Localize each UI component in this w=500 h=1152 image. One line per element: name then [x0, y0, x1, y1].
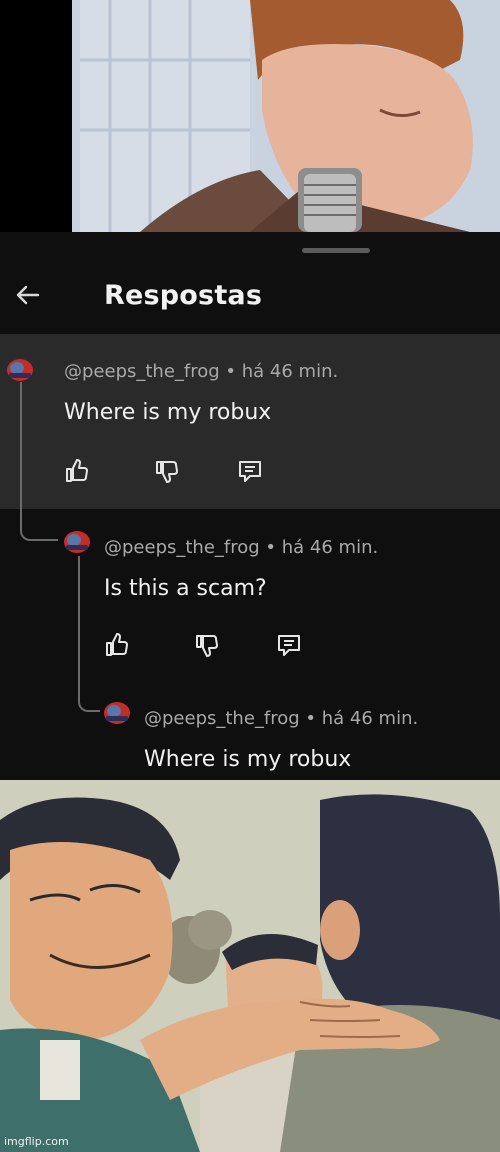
comment-text: Where is my robux: [64, 400, 272, 425]
cartoon-image-bottom: imgflip.com: [0, 780, 500, 1152]
thumbs-up-icon[interactable]: [104, 632, 130, 658]
avatar[interactable]: [62, 528, 92, 554]
page-title: Respostas: [104, 280, 263, 311]
singer-video-image: [0, 0, 500, 232]
avatar[interactable]: [102, 699, 132, 725]
thread-line: [20, 382, 22, 509]
watermark: imgflip.com: [4, 1135, 69, 1148]
comment-reply-icon[interactable]: [276, 632, 302, 658]
replies-panel: Respostas @peeps_the_frog • há 46 min. W…: [0, 232, 500, 780]
thumbs-up-icon[interactable]: [64, 458, 90, 484]
thread-line: [78, 556, 80, 686]
comment-text: Is this a scam?: [104, 576, 267, 601]
comment-meta: @peeps_the_frog • há 46 min.: [64, 361, 339, 382]
comment-text: Where is my robux: [144, 747, 352, 772]
thread-connector: [20, 509, 58, 541]
thread-connector: [78, 686, 100, 712]
video-frame-top: [0, 0, 500, 232]
comment-reply-icon[interactable]: [237, 458, 263, 484]
panel-header: Respostas: [0, 262, 500, 332]
cartoon-scene-image: [0, 780, 500, 1152]
arrow-left-icon[interactable]: [12, 280, 42, 310]
comment-meta: @peeps_the_frog • há 46 min.: [144, 708, 419, 729]
drag-handle[interactable]: [302, 248, 370, 253]
avatar[interactable]: [5, 356, 35, 382]
comment-meta: @peeps_the_frog • há 46 min.: [104, 537, 379, 558]
comment-item-main: @peeps_the_frog • há 46 min. Where is my…: [0, 334, 500, 509]
thumbs-down-icon[interactable]: [154, 458, 180, 484]
thumbs-down-icon[interactable]: [194, 632, 220, 658]
